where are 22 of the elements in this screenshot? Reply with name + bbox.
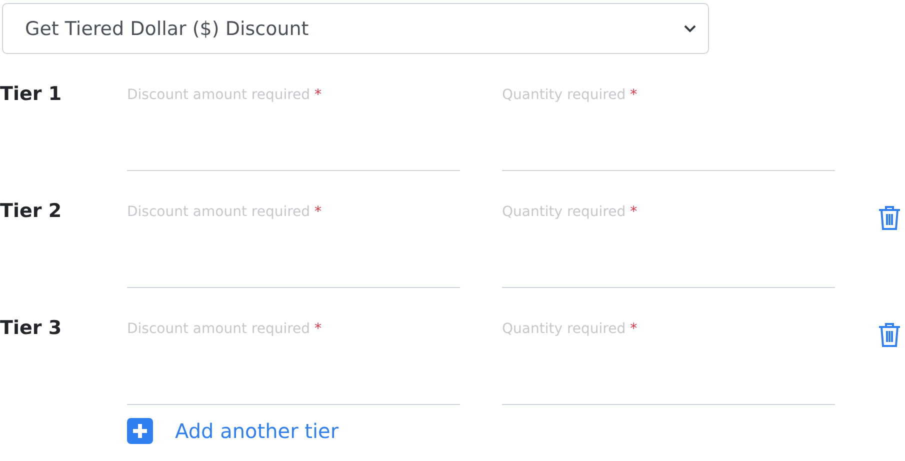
input-field[interactable]: Quantity required *	[502, 321, 835, 405]
input-field[interactable]: Quantity required *	[502, 204, 835, 288]
input-field[interactable]: Quantity required *	[502, 87, 835, 171]
chevron-down-icon	[684, 24, 696, 32]
field-label: Discount amount required *	[127, 87, 322, 103]
tier-label: Tier 2	[0, 200, 63, 222]
field-label: Quantity required *	[502, 321, 638, 337]
select-value: Get Tiered Dollar ($) Discount	[25, 18, 309, 40]
field-label: Discount amount required *	[127, 204, 322, 220]
input-field[interactable]: Discount amount required *	[127, 87, 460, 171]
tier-label: Tier 3	[0, 317, 63, 339]
plus-icon[interactable]	[127, 418, 153, 444]
field-label: Quantity required *	[502, 204, 638, 220]
discount-type-select[interactable]: Get Tiered Dollar ($) Discount	[2, 3, 709, 54]
input-field[interactable]: Discount amount required *	[127, 204, 460, 288]
tier-label: Tier 1	[0, 83, 63, 105]
input-field[interactable]: Discount amount required *	[127, 321, 460, 405]
trash-button[interactable]	[877, 321, 902, 347]
field-label: Discount amount required *	[127, 321, 322, 337]
field-label: Quantity required *	[502, 87, 638, 103]
add-tier-link[interactable]: Add another tier	[175, 419, 339, 443]
trash-button[interactable]	[877, 204, 902, 230]
